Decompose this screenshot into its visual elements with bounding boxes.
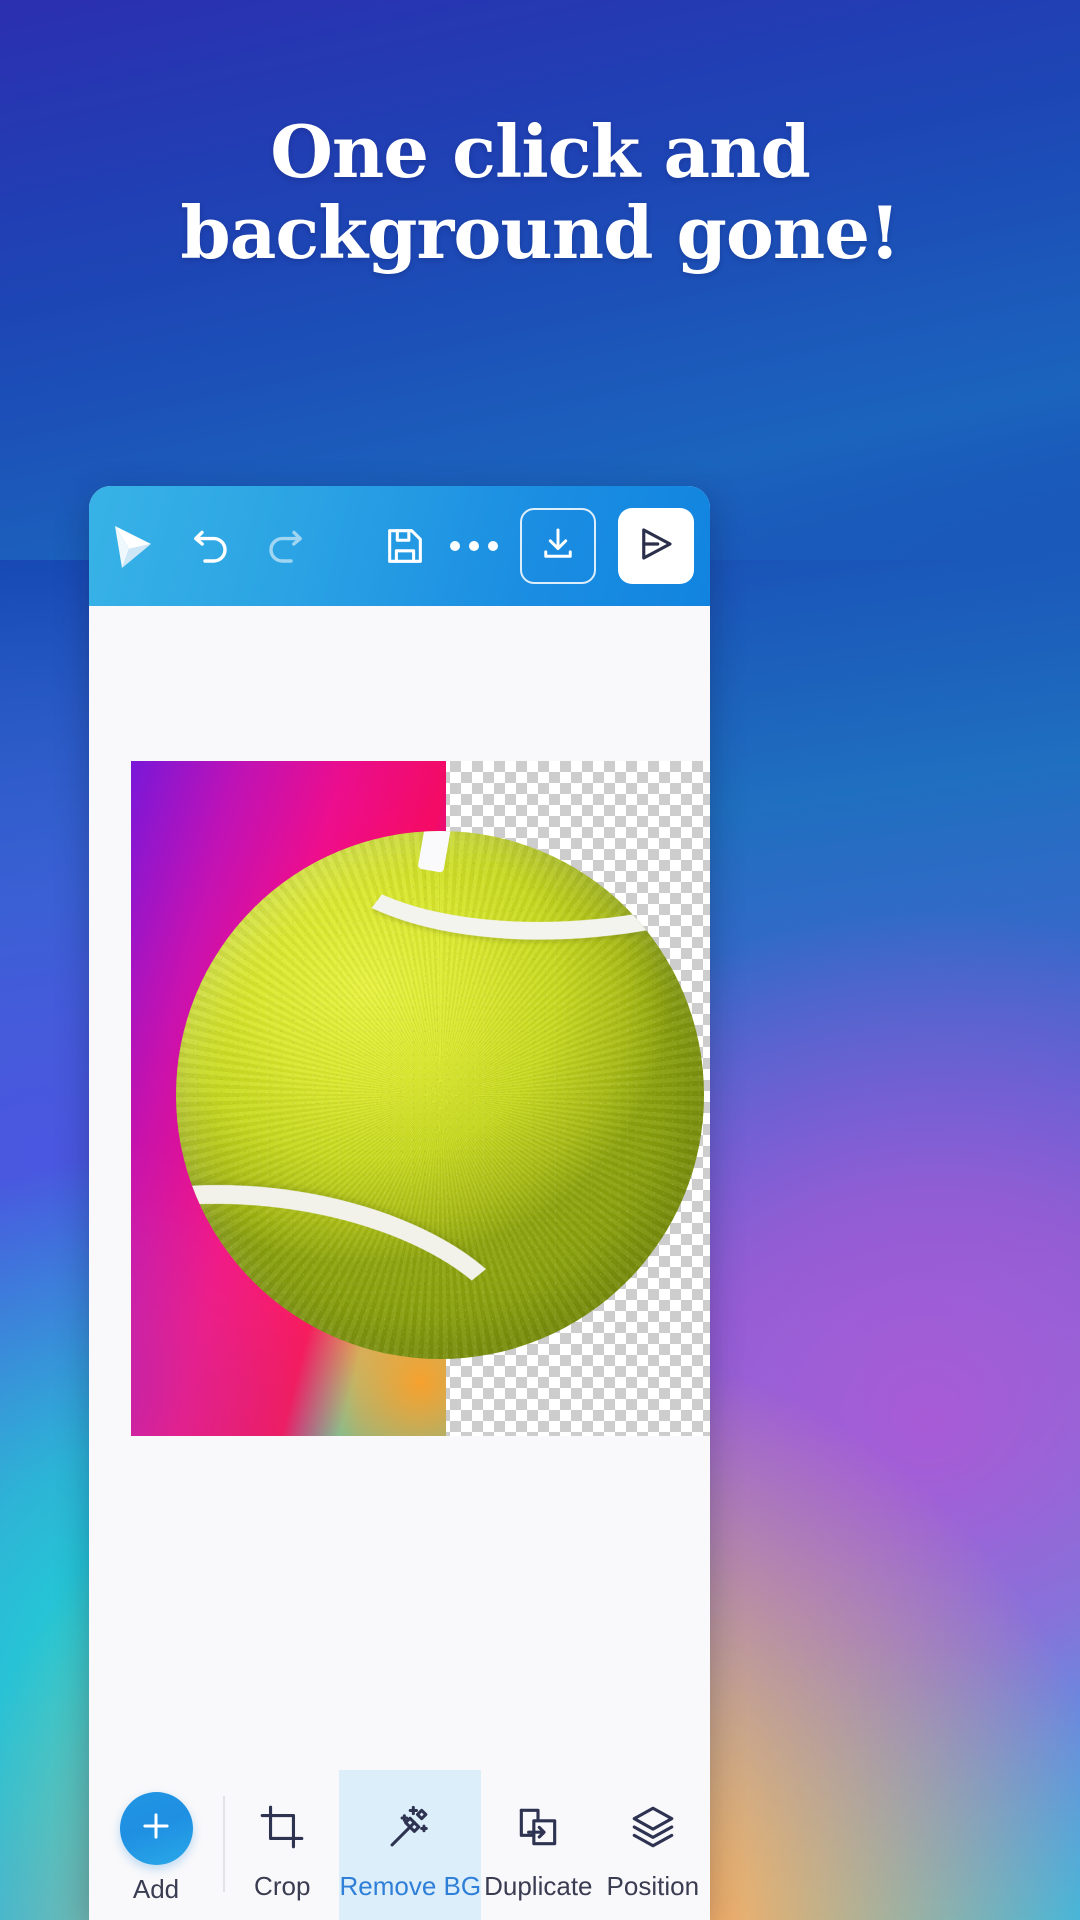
plus-icon	[137, 1807, 175, 1850]
send-share-icon	[635, 523, 677, 570]
tool-crop[interactable]: Crop	[225, 1770, 339, 1920]
promo-headline: One click and background gone!	[0, 109, 1080, 275]
tool-duplicate[interactable]: Duplicate	[481, 1770, 595, 1920]
app-toolbar	[89, 486, 710, 606]
add-button-label: Add	[132, 1874, 180, 1904]
bottom-toolbar: Add Crop Remove BG Duplicate Position	[89, 1770, 710, 1920]
app-screenshot-frame: Remove Background Add	[89, 486, 710, 1920]
paper-plane-logo-icon[interactable]	[105, 518, 161, 574]
tool-remove-bg[interactable]: Remove BG	[339, 1770, 482, 1920]
floppy-disk-save-icon[interactable]	[382, 523, 428, 569]
tool-remove-bg-label: Remove BG	[339, 1871, 482, 1901]
headline-line-1: One click and	[270, 109, 811, 194]
layers-stack-icon	[628, 1802, 678, 1857]
headline-line-2: background gone!	[180, 189, 900, 275]
tool-position-label: Position	[606, 1871, 700, 1901]
download-arrow-icon	[537, 523, 579, 570]
tool-crop-label: Crop	[254, 1871, 311, 1901]
undo-arrow-icon[interactable]	[187, 522, 235, 570]
duplicate-arrow-icon	[513, 1802, 563, 1857]
crop-icon	[257, 1802, 307, 1857]
add-button-circle	[119, 1792, 193, 1865]
editor-canvas[interactable]: Remove Background	[89, 606, 710, 1770]
three-dots-more-icon[interactable]	[450, 541, 498, 551]
download-button[interactable]	[520, 508, 596, 584]
add-button[interactable]: Add	[89, 1770, 223, 1905]
share-button[interactable]	[618, 508, 694, 584]
tool-duplicate-label: Duplicate	[484, 1871, 593, 1901]
tennis-ball-subject[interactable]	[176, 831, 704, 1359]
artboard[interactable]	[131, 761, 710, 1436]
redo-arrow-icon[interactable]	[261, 522, 309, 570]
promo-background-top-wash	[0, 0, 1080, 560]
tool-position[interactable]: Position	[596, 1770, 710, 1920]
magic-wand-sparkles-icon	[385, 1802, 435, 1857]
